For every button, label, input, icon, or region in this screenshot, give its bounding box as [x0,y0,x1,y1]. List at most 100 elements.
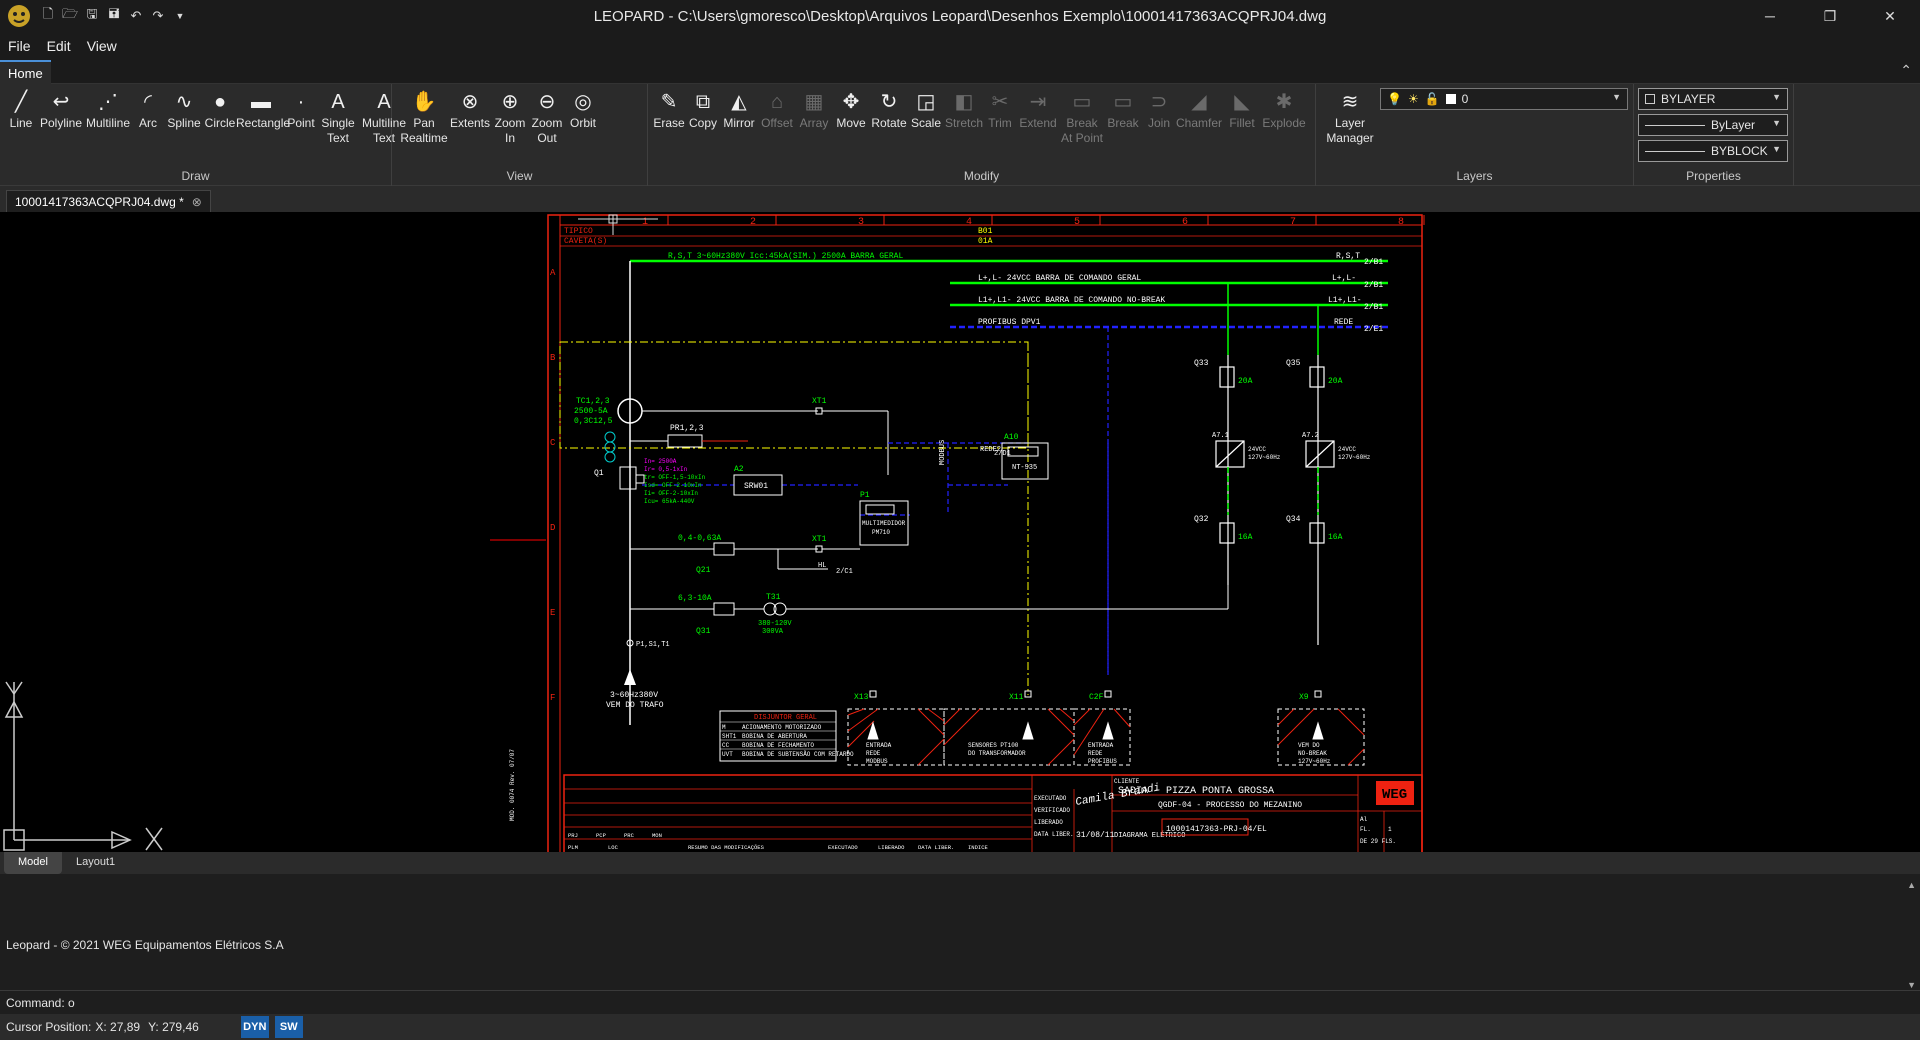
command-line[interactable]: Command: o [0,990,1920,1014]
liberado-label: LIBERADO [1034,819,1063,826]
close-tab-icon[interactable]: ⊗ [192,195,202,209]
new-icon[interactable]: 🗋 [40,5,56,27]
tool-multiline-button[interactable]: ⋰ Multiline [84,88,132,131]
spline-icon: ∿ [175,91,193,113]
tool-offset-button[interactable]: ⌂ Offset [758,88,796,131]
minimize-button[interactable]: ─ [1740,0,1800,32]
input-label: ENTRADA [1088,742,1114,749]
tool-array-button[interactable]: ▦ Array [796,88,832,131]
row-letter-A: A [550,268,556,278]
menu-file[interactable]: File [0,38,39,54]
tool-break-button[interactable]: ▭ Break [1104,88,1142,131]
color-dropdown[interactable]: BYLAYER ▼ [1638,88,1788,110]
array-icon: ▦ [804,91,824,113]
copy-icon: ⧉ [695,91,711,113]
mirror-icon: ◭ [731,91,747,113]
tool-break-at-point-button[interactable]: ▭ Break At Point [1060,88,1104,146]
ref-2c1: 2/C1 [836,568,853,576]
redo-icon[interactable]: ↷ [150,8,166,24]
tool-explode-button[interactable]: ✱ Explode [1262,88,1306,131]
tab-model[interactable]: Model [4,852,62,874]
a10-label: A10 [1004,433,1019,442]
tool-single-text-button[interactable]: A Single Text [316,88,360,146]
document-tab[interactable]: 10001417363ACQPRJ04.dwg * ⊗ [6,190,211,212]
input-label: ENTRADA [866,742,892,749]
break-at-point-label: Break At Point [1060,116,1104,145]
q33-rating: 20A [1238,377,1253,386]
title-bar: 🗋 🗁 🖫 🖬 ↶ ↷ ▼ LEOPARD - C:\Users\gmoresc… [0,0,1920,32]
bus-l1-label: L1+,L1- 24VCC BARRA DE COMANDO NO-BREAK [978,296,1165,305]
color-swatch-icon [1445,94,1456,104]
legend-desc: BOBINA DE FECHAMENTO [742,742,814,749]
tool-mirror-button[interactable]: ◭ Mirror [720,88,758,131]
tool-extents-button[interactable]: ⊗ Extents [448,88,492,131]
revision-column: DATA LIBER. [918,844,954,851]
tool-scale-button[interactable]: ◲ Scale [908,88,944,131]
tool-join-button[interactable]: ⊃ Join [1142,88,1176,131]
ribbon: ╱ Line ↩ Polyline ⋰ Multiline ◜ Arc ∿ Spline ● Circ… [0,84,1920,186]
quick-access-toolbar: 🗋 🗁 🖫 🖬 ↶ ↷ ▼ [40,5,188,27]
t31-volt: 380-120V [758,620,792,628]
offset-icon: ⌂ [770,91,784,113]
linetype-dropdown[interactable]: ByLayer ▼ [1638,114,1788,136]
layer-dropdown[interactable]: 💡 ☀ 🔓 0 ▼ [1380,88,1628,110]
multiline-icon: ⋰ [98,91,118,113]
tool-extend-button[interactable]: ⇥ Extend [1016,88,1060,131]
restore-button[interactable]: ❐ [1800,0,1860,32]
tab-layout1[interactable]: Layout1 [62,852,129,874]
command-input[interactable]: o [68,996,75,1010]
layer-manager-button[interactable]: ≋ Layer Manager [1324,88,1376,146]
tool-zoom-in-button[interactable]: ⊕ Zoom In [492,88,528,146]
break-label: Break [1107,116,1139,130]
tool-orbit-button[interactable]: ◎ Orbit [566,88,600,131]
tool-pan-realtime-button[interactable]: ✋ Pan Realtime [400,88,448,146]
tab-home[interactable]: Home [0,60,51,84]
pm710-label: PM710 [872,529,890,536]
undo-icon[interactable]: ↶ [128,8,144,24]
tool-spline-button[interactable]: ∿ Spline [164,88,204,131]
drawing-canvas[interactable]: 1 2 3 4 5 6 7 8 A B C D E F TIPICO CAVETA(S) B01 01A… [0,212,1920,852]
tool-point-button[interactable]: · Point [286,88,316,131]
tool-chamfer-button[interactable]: ◢ Chamfer [1176,88,1222,131]
menu-edit[interactable]: Edit [39,38,79,54]
explode-icon: ✱ [1275,91,1293,113]
scroll-up-icon[interactable]: ▲ [1907,880,1916,890]
group-label-view: View [506,169,533,183]
revision-row-label: PRC [624,832,635,839]
chevron-up-icon[interactable]: ⌃ [1900,62,1912,79]
tool-fillet-button[interactable]: ◣ Fillet [1222,88,1262,131]
tool-circle-button[interactable]: ● Circle [204,88,236,131]
lightbulb-icon: 💡 [1387,92,1402,106]
bus-rede-tag: REDE [1334,318,1353,327]
customize-icon[interactable]: ▼ [172,11,188,21]
scroll-down-icon[interactable]: ▼ [1907,980,1916,990]
tool-arc-button[interactable]: ◜ Arc [132,88,164,131]
tool-zoom-out-button[interactable]: ⊖ Zoom Out [528,88,566,146]
tool-rectangle-button[interactable]: ▬ Rectangle [236,88,290,131]
tool-erase-button[interactable]: ✎ Erase [652,88,686,131]
drawing-svg: 1 2 3 4 5 6 7 8 A B C D E F TIPICO CAVETA(S) B01 01A… [3,214,1425,852]
tool-line-button[interactable]: ╱ Line [4,88,38,131]
save-icon[interactable]: 🖫 [84,5,100,27]
tool-polyline-button[interactable]: ↩ Polyline [38,88,84,131]
dyn-toggle[interactable]: DYN [240,1016,269,1038]
revision-column: EXECUTADO [828,844,858,851]
tool-trim-button[interactable]: ✂ Trim [984,88,1016,131]
tool-stretch-button[interactable]: ◧ Stretch [944,88,984,131]
q35-label: Q35 [1286,359,1301,368]
open-icon[interactable]: 🗁 [62,5,78,27]
sw-toggle[interactable]: SW [274,1016,303,1038]
save-as-icon[interactable]: 🖬 [106,5,122,27]
tool-copy-button[interactable]: ⧉ Copy [686,88,720,131]
q31-rating: 6,3-10A [678,594,712,603]
linetype-value: ByLayer [1711,118,1756,132]
tool-move-button[interactable]: ✥ Move [832,88,870,131]
join-label: Join [1147,116,1170,130]
close-button[interactable]: ✕ [1860,0,1920,32]
lineweight-dropdown[interactable]: BYBLOCK ▼ [1638,140,1788,162]
move-icon: ✥ [842,91,860,113]
bus-l1-tag: L1+,L1- [1328,296,1362,305]
legend-code: SHT1 [722,733,737,740]
tool-rotate-button[interactable]: ↻ Rotate [870,88,908,131]
menu-view[interactable]: View [79,38,125,54]
